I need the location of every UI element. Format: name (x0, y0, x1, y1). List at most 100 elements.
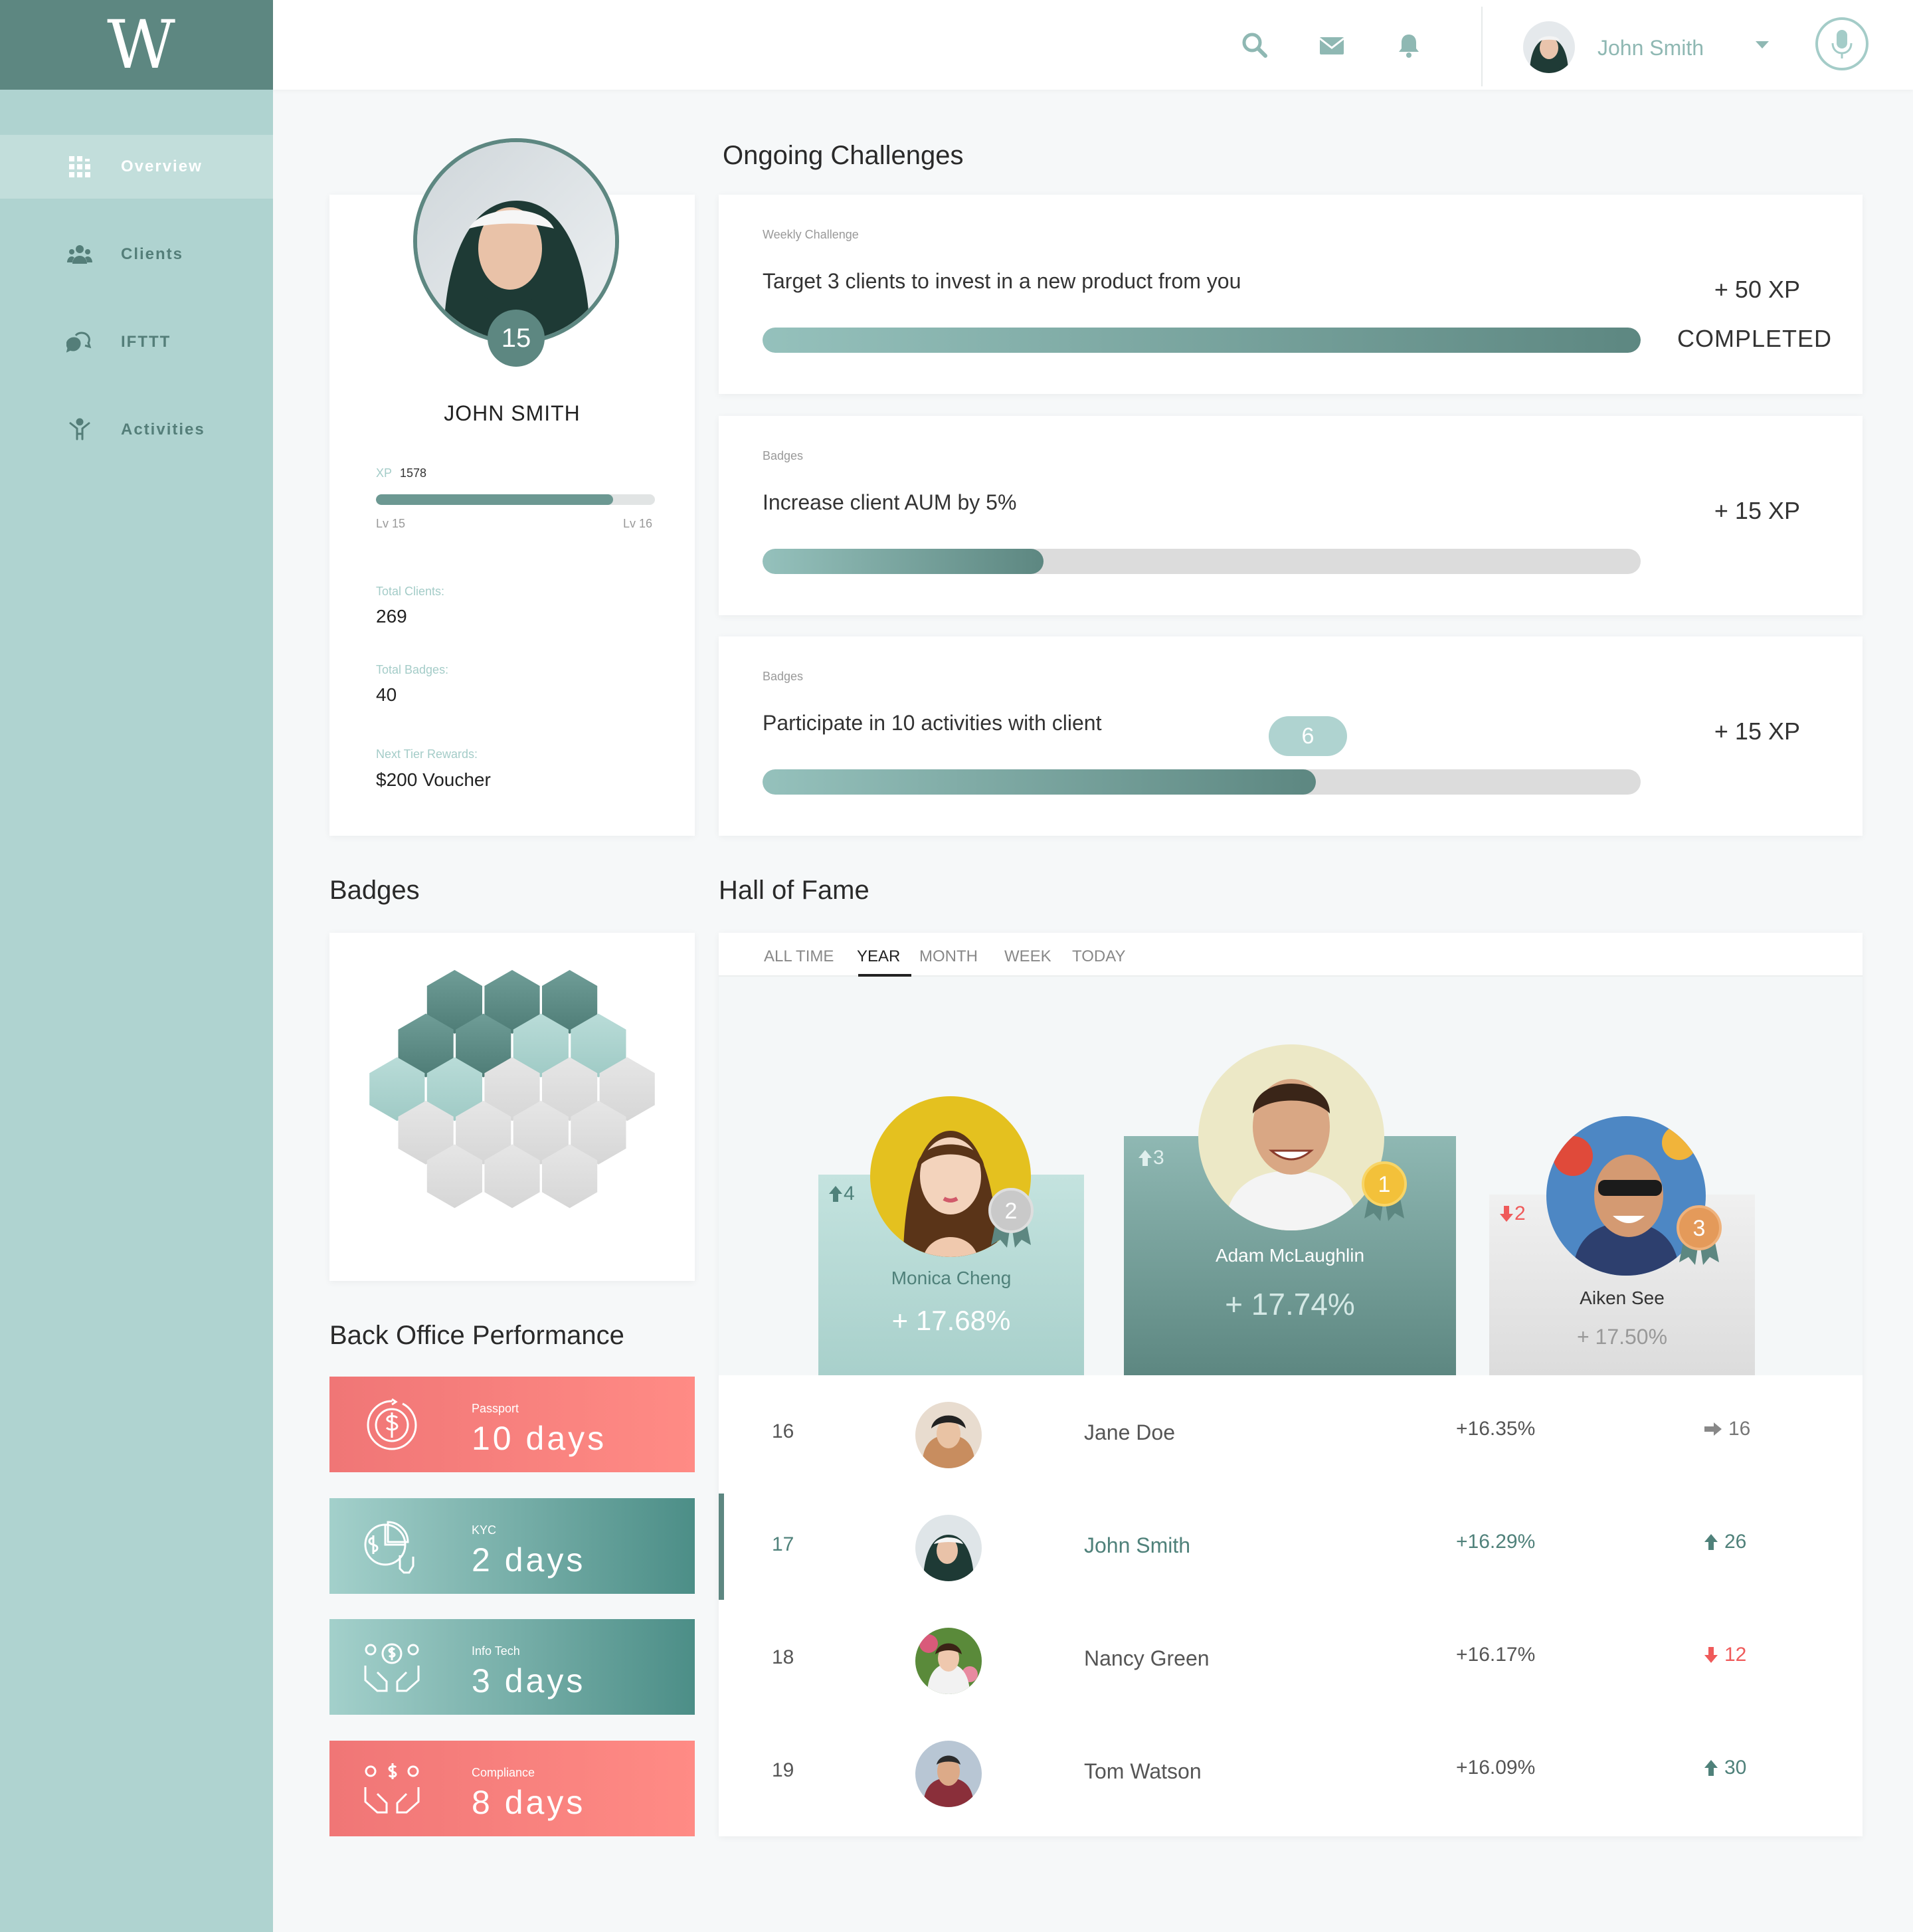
row-photo (915, 1402, 982, 1468)
pie-chart-hand-icon (364, 1521, 414, 1574)
sidebar-nav: Overview Clients IFTTT Activities (0, 135, 273, 462)
row-move-value: 26 (1724, 1531, 1747, 1553)
level-badge: 15 (488, 310, 545, 367)
podium-pct: + 17.68% (891, 1305, 1011, 1336)
challenge-card[interactable]: Weekly Challenge Target 3 clients to inv… (719, 195, 1863, 394)
badges-title: Badges (329, 876, 420, 905)
tab-year[interactable]: YEAR (857, 947, 900, 966)
microphone-button[interactable] (1815, 17, 1868, 70)
challenge-card[interactable]: Badges Participate in 10 activities with… (719, 636, 1863, 836)
back-office-tile-info-tech[interactable]: Info Tech 3 days (329, 1619, 695, 1715)
podium-rank-move: 4 (828, 1183, 855, 1205)
challenge-progress-bar (763, 549, 1641, 574)
podium-pct: + 17.50% (1576, 1325, 1668, 1349)
stat-value-rewards: $200 Voucher (376, 769, 491, 790)
sidebar-item-overview[interactable]: Overview (0, 135, 273, 199)
podium-move-value: 3 (1153, 1147, 1164, 1169)
row-photo (915, 1741, 982, 1807)
row-name: Tom Watson (1084, 1759, 1202, 1783)
challenge-progress-fill (763, 549, 1044, 574)
user-name[interactable]: John Smith (1597, 36, 1704, 60)
challenge-xp: + 15 XP (1714, 718, 1800, 745)
row-move: 12 (1703, 1644, 1746, 1666)
tile-label: Passport (472, 1402, 519, 1415)
xp-readout: XP 1578 (376, 466, 426, 480)
top-header: John Smith (273, 0, 1913, 90)
tab-all-time[interactable]: ALL TIME (764, 947, 834, 966)
challenges-title: Ongoing Challenges (723, 141, 964, 170)
avatar (915, 1628, 982, 1694)
sidebar-item-ifttt[interactable]: IFTTT (0, 310, 273, 374)
podium-rank-move: 2 (1499, 1203, 1526, 1225)
sidebar-item-label: Clients (121, 245, 184, 263)
podium-avatar-first[interactable] (1198, 1044, 1384, 1230)
challenge-title: Target 3 clients to invest in a new prod… (763, 269, 1241, 293)
tab-today[interactable]: TODAY (1072, 947, 1125, 966)
avatar (915, 1515, 982, 1581)
row-move-value: 30 (1724, 1757, 1747, 1779)
grid-icon (69, 156, 90, 177)
table-row[interactable]: 17 John Smith +16.29% 26 (719, 1488, 1863, 1601)
hands-money-icon (364, 1763, 420, 1814)
table-row[interactable]: 16 Jane Doe +16.35% 16 (719, 1375, 1863, 1488)
stat-value-badges: 40 (376, 684, 397, 705)
challenge-progress-bar (763, 769, 1641, 795)
rank-number: 17 (772, 1533, 794, 1555)
search-icon[interactable] (1240, 31, 1269, 60)
chevron-down-icon[interactable] (1756, 41, 1769, 48)
hall-of-fame-card: ALL TIME YEAR MONTH WEEK TODAY 4 Monica … (719, 933, 1863, 1836)
podium-move-value: 2 (1514, 1203, 1526, 1224)
avatar[interactable] (1523, 21, 1575, 73)
row-move: 26 (1703, 1531, 1746, 1553)
medal-icon: 3 (1677, 1205, 1722, 1265)
medal-number: 2 (1005, 1199, 1018, 1224)
stat-value-clients: 269 (376, 606, 407, 627)
activity-figure-icon (69, 418, 90, 440)
back-office-tile-passport[interactable]: Passport 10 days (329, 1377, 695, 1472)
table-row[interactable]: 19 Tom Watson +16.09% 30 (719, 1714, 1863, 1827)
dollar-cycle-icon (367, 1398, 417, 1450)
challenge-type: Badges (763, 449, 804, 462)
sidebar-item-activities[interactable]: Activities (0, 398, 273, 462)
podium-photo (1198, 1044, 1384, 1230)
tab-month[interactable]: MONTH (919, 947, 978, 966)
challenge-progress-fill (763, 769, 1316, 795)
challenge-xp: + 15 XP (1714, 497, 1800, 524)
podium-pct: + 17.74% (1225, 1287, 1355, 1321)
avatar (915, 1402, 982, 1468)
sidebar-item-clients[interactable]: Clients (0, 223, 273, 286)
tile-value: 2 days (472, 1541, 586, 1579)
users-icon (67, 245, 92, 264)
mail-icon[interactable] (1317, 31, 1346, 60)
podium-rank-move: 3 (1137, 1147, 1164, 1169)
challenge-count-pill: 6 (1269, 716, 1347, 756)
table-row[interactable]: 18 Nancy Green +16.17% 12 (719, 1601, 1863, 1714)
tile-value: 8 days (472, 1784, 586, 1821)
chat-bubble-icon (66, 332, 92, 353)
medal-number: 1 (1378, 1172, 1391, 1197)
tab-week[interactable]: WEEK (1004, 947, 1051, 966)
row-pct: +16.17% (1456, 1644, 1536, 1666)
hall-of-fame-tabs: ALL TIME YEAR MONTH WEEK TODAY (719, 933, 1863, 977)
stat-label-clients: Total Clients: (376, 585, 445, 598)
challenge-type: Badges (763, 670, 804, 683)
tile-label: KYC (472, 1523, 497, 1537)
logo-box[interactable]: W (0, 0, 273, 90)
medal-icon: 2 (988, 1188, 1034, 1248)
challenge-xp: + 50 XP (1714, 276, 1800, 303)
ranking-list: 16 Jane Doe +16.35% 16 17 John Smith +16… (719, 1375, 1863, 1836)
active-tab-underline (858, 974, 911, 977)
challenge-card[interactable]: Badges Increase client AUM by 5% + 15 XP (719, 416, 1863, 615)
arrow-down-icon (1500, 1206, 1513, 1222)
stat-label-rewards: Next Tier Rewards: (376, 747, 478, 761)
back-office-tile-compliance[interactable]: Compliance 8 days (329, 1741, 695, 1836)
bell-icon[interactable] (1394, 31, 1423, 60)
avatar (915, 1741, 982, 1807)
badge-honeycomb (369, 970, 655, 1208)
row-pct: +16.09% (1456, 1757, 1536, 1779)
row-move-value: 12 (1724, 1644, 1747, 1666)
sidebar-item-label: Activities (121, 421, 205, 438)
back-office-tile-kyc[interactable]: KYC 2 days (329, 1498, 695, 1594)
xp-label: XP (376, 466, 393, 480)
podium-name: Aiken See (1580, 1288, 1665, 1308)
